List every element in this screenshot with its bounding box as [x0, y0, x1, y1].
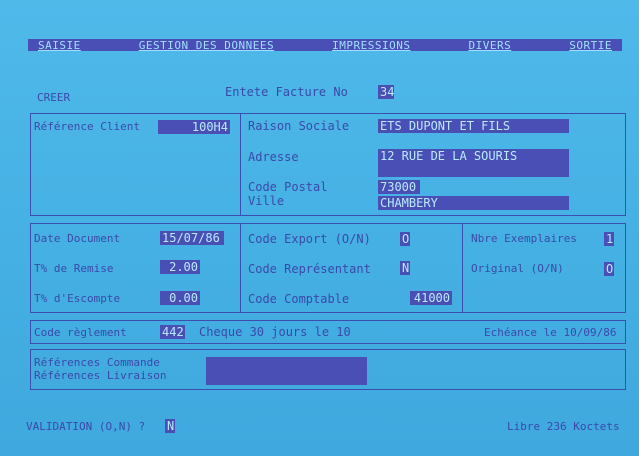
representant-field[interactable]: N — [400, 261, 410, 275]
menu-bar: SAISIE GESTION DES DONNEES IMPRESSIONS D… — [28, 39, 622, 52]
doc-divider-2 — [462, 223, 463, 313]
cp-label: Code Postal — [248, 180, 328, 194]
date-field[interactable]: 15/07/86 — [160, 231, 224, 245]
client-divider — [240, 113, 241, 216]
menu-saisie[interactable]: SAISIE — [38, 39, 81, 52]
menu-divers[interactable]: DIVERS — [468, 39, 511, 52]
invoice-number-field[interactable]: 34 — [378, 85, 394, 99]
raison-field[interactable]: ETS DUPONT ET FILS — [378, 119, 569, 133]
livraison-label: Références Livraison — [34, 369, 167, 382]
remise-field[interactable]: 2.00 — [160, 260, 200, 274]
exemplaires-field[interactable]: 1 — [604, 232, 614, 246]
date-label: Date Document — [34, 232, 121, 245]
cp-field[interactable]: 73000 — [378, 180, 420, 194]
menu-sortie[interactable]: SORTIE — [569, 39, 612, 52]
adresse-label: Adresse — [248, 150, 299, 164]
escompte-label: T% d'Escompte — [34, 292, 121, 305]
original-field[interactable]: O — [604, 262, 614, 276]
menu-impressions[interactable]: IMPRESSIONS — [332, 39, 410, 52]
reglement-label: Code règlement — [34, 326, 127, 339]
mode-label: CREER — [37, 91, 71, 104]
raison-label: Raison Sociale — [248, 119, 350, 133]
comptable-label: Code Comptable — [248, 292, 350, 306]
exemplaires-label: Nbre Exemplaires — [471, 232, 577, 245]
remise-label: T% de Remise — [34, 262, 114, 275]
validation-field[interactable]: N — [165, 419, 175, 433]
escompte-field[interactable]: 0.00 — [160, 291, 200, 305]
invoice-header-label: Entete Facture No — [225, 85, 348, 99]
adresse-field[interactable]: 12 RUE DE LA SOURIS — [378, 149, 569, 177]
reglement-code-field[interactable]: 442 — [160, 325, 185, 339]
export-label: Code Export (O/N) — [248, 232, 371, 246]
comptable-field[interactable]: 41000 — [410, 291, 452, 305]
menu-gestion-des-donnees[interactable]: GESTION DES DONNEES — [139, 39, 274, 52]
doc-divider-1 — [240, 223, 241, 313]
reglement-description: Cheque 30 jours le 10 — [199, 325, 351, 339]
export-field[interactable]: O — [400, 232, 410, 246]
ville-label: Ville — [248, 194, 285, 208]
commande-label: Références Commande — [34, 356, 160, 369]
references-field[interactable] — [206, 357, 367, 385]
terminal-screen: SAISIE GESTION DES DONNEES IMPRESSIONS D… — [0, 0, 639, 456]
representant-label: Code Représentant — [248, 262, 371, 276]
validation-label: VALIDATION (O,N) ? — [26, 420, 146, 433]
client-ref-label: Référence Client — [34, 120, 140, 133]
ville-field[interactable]: CHAMBERY — [378, 196, 569, 210]
memory-status: Libre 236 Koctets — [507, 420, 620, 433]
client-ref-field[interactable]: 100H4 — [158, 120, 230, 134]
original-label: Original (O/N) — [471, 262, 564, 275]
echeance-text: Echéance le 10/09/86 — [484, 326, 617, 339]
